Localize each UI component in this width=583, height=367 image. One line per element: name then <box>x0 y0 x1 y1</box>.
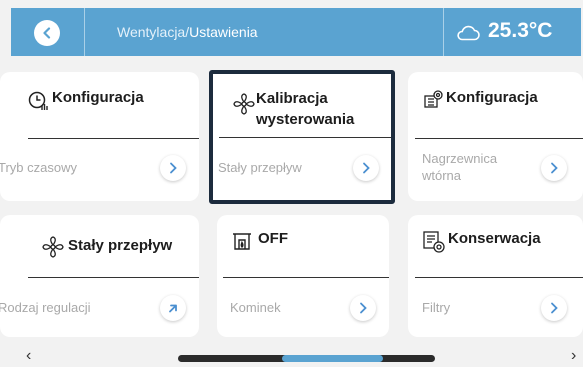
chevron-left-icon <box>43 27 51 39</box>
heater-settings-icon <box>424 90 443 108</box>
chevron-right-icon <box>551 302 558 314</box>
card-title: Konfiguracja <box>446 89 538 106</box>
card-subtitle: Filtry <box>422 300 451 315</box>
breadcrumb: Wentylacja/Ustawienia <box>117 24 258 40</box>
card-subtitle-line1: Nagrzewnica <box>422 151 498 166</box>
cloud-icon <box>457 25 480 41</box>
card-arrow-button[interactable] <box>350 295 376 321</box>
chevron-right-icon <box>170 162 177 174</box>
card-konfiguracja-nagrzewnica[interactable]: Konfiguracja Nagrzewnica wtórna <box>408 72 583 201</box>
fireplace-icon <box>233 233 251 250</box>
card-subtitle: Stały przepływ <box>218 160 302 175</box>
card-title: Konfiguracja <box>52 89 144 106</box>
card-kalibracja-wysterowania[interactable]: Kalibracja wysterowania Stały przepływ <box>209 70 395 204</box>
card-arrow-button[interactable] <box>541 295 567 321</box>
card-divider <box>415 277 583 278</box>
card-konserwacja[interactable]: Konserwacja Filtry <box>408 215 583 337</box>
chevron-right-icon <box>363 162 370 174</box>
chevron-right-icon <box>551 162 558 174</box>
card-divider <box>28 277 199 278</box>
card-title: Konserwacja <box>448 230 541 247</box>
card-arrow-button[interactable] <box>541 155 567 181</box>
fan-icon <box>42 236 64 258</box>
next-page-button[interactable]: › <box>571 347 576 365</box>
card-title-line1: Kalibracja <box>256 90 328 107</box>
card-arrow-button[interactable] <box>160 155 186 181</box>
card-title-line2: wysterowania <box>256 111 355 128</box>
header-divider <box>84 8 85 56</box>
card-arrow-button[interactable] <box>160 295 186 321</box>
card-title: Stały przepływ <box>68 237 173 254</box>
card-title: OFF <box>258 230 288 247</box>
card-subtitle: Rodzaj regulacji <box>0 300 91 315</box>
chevron-right-icon <box>360 302 367 314</box>
fan-icon <box>233 93 255 115</box>
breadcrumb-current: Ustawienia <box>189 24 258 40</box>
back-button[interactable] <box>34 20 60 46</box>
card-divider <box>219 137 391 138</box>
header-divider <box>443 8 444 56</box>
card-kominek[interactable]: OFF Kominek <box>217 215 389 337</box>
card-subtitle-line2: wtórna <box>422 168 462 183</box>
clock-settings-icon <box>28 91 48 110</box>
prev-page-button[interactable]: ‹ <box>26 347 31 365</box>
card-arrow-button[interactable] <box>353 155 379 181</box>
card-konfiguracja-tryb[interactable]: Konfiguracja Tryb czasowy <box>0 72 199 201</box>
card-divider <box>223 277 389 278</box>
temperature-readout: 25.3°C <box>488 19 553 42</box>
breadcrumb-parent[interactable]: Wentylacja/ <box>117 24 189 40</box>
card-staly-przeplyw[interactable]: Stały przepływ Rodzaj regulacji <box>0 215 199 337</box>
scroll-thumb[interactable] <box>282 355 383 362</box>
card-subtitle: Kominek <box>230 300 281 315</box>
arrow-up-right-icon <box>169 304 177 313</box>
header-bar: Wentylacja/Ustawienia 25.3°C <box>11 8 581 56</box>
card-divider <box>415 138 583 139</box>
maintenance-icon <box>423 231 445 253</box>
card-subtitle: Tryb czasowy <box>0 160 77 175</box>
card-divider <box>28 138 199 139</box>
